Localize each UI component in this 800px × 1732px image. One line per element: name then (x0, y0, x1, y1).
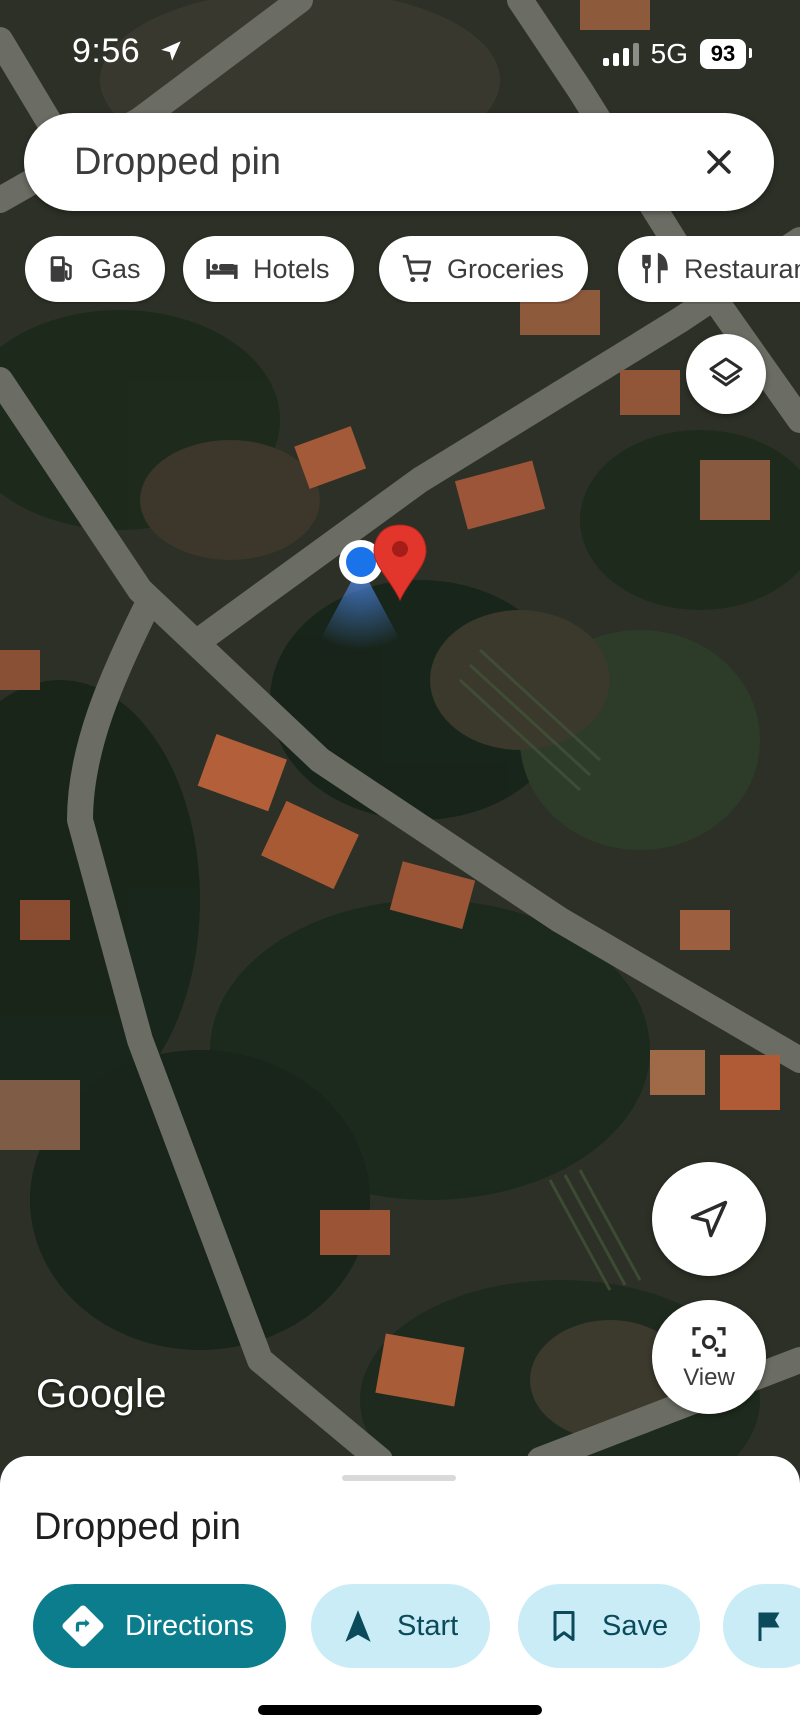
shopping-cart-icon (399, 252, 435, 286)
flag-button[interactable] (723, 1584, 800, 1668)
chip-label: Restaurants (684, 253, 800, 284)
layers-icon (706, 354, 746, 394)
chip-label: Hotels (253, 253, 330, 284)
chip-label: Groceries (447, 253, 565, 284)
location-arrow-icon (158, 38, 184, 69)
flag-icon (751, 1606, 787, 1646)
search-bar[interactable]: Dropped pin (24, 113, 774, 211)
save-button[interactable]: Save (518, 1584, 701, 1668)
search-input[interactable]: Dropped pin (74, 141, 692, 184)
chip-hotels[interactable]: Hotels (183, 236, 354, 302)
navigation-arrow-icon (687, 1197, 731, 1241)
cellular-signal-icon (602, 42, 639, 66)
directions-button[interactable]: Directions (33, 1584, 286, 1668)
hotel-bed-icon (203, 252, 241, 286)
directions-label: Directions (125, 1609, 254, 1642)
layers-button[interactable] (686, 334, 766, 414)
start-button[interactable]: Start (311, 1584, 491, 1668)
restaurant-icon (638, 252, 672, 286)
place-title: Dropped pin (34, 1506, 242, 1548)
chip-restaurants[interactable]: Restaurants (618, 236, 800, 302)
chip-label: Gas (91, 253, 141, 284)
google-logo: Google (36, 1372, 167, 1416)
lens-camera-icon (689, 1322, 729, 1362)
navigation-start-icon (339, 1606, 377, 1646)
chip-groceries[interactable]: Groceries (379, 236, 589, 302)
network-type: 5G (650, 38, 688, 69)
action-buttons: Directions Start Save (0, 1584, 800, 1670)
directions-icon (61, 1604, 105, 1648)
place-sheet[interactable]: Dropped pin Directions Start Save (0, 1456, 800, 1732)
recenter-button[interactable] (652, 1162, 766, 1276)
save-label: Save (602, 1609, 669, 1642)
status-time: 9:56 (72, 32, 141, 70)
bookmark-icon (546, 1606, 582, 1646)
gas-station-icon (45, 252, 79, 286)
battery-indicator: 93 (700, 39, 752, 69)
view-label: View (683, 1364, 735, 1391)
category-chips: Gas Hotels Groceries Restaurants (25, 236, 800, 304)
chip-gas[interactable]: Gas (25, 236, 165, 302)
view-button[interactable]: View (652, 1300, 766, 1414)
home-indicator[interactable] (258, 1705, 542, 1715)
sheet-drag-handle[interactable] (342, 1475, 456, 1481)
close-icon[interactable] (692, 135, 746, 189)
start-label: Start (397, 1609, 459, 1642)
